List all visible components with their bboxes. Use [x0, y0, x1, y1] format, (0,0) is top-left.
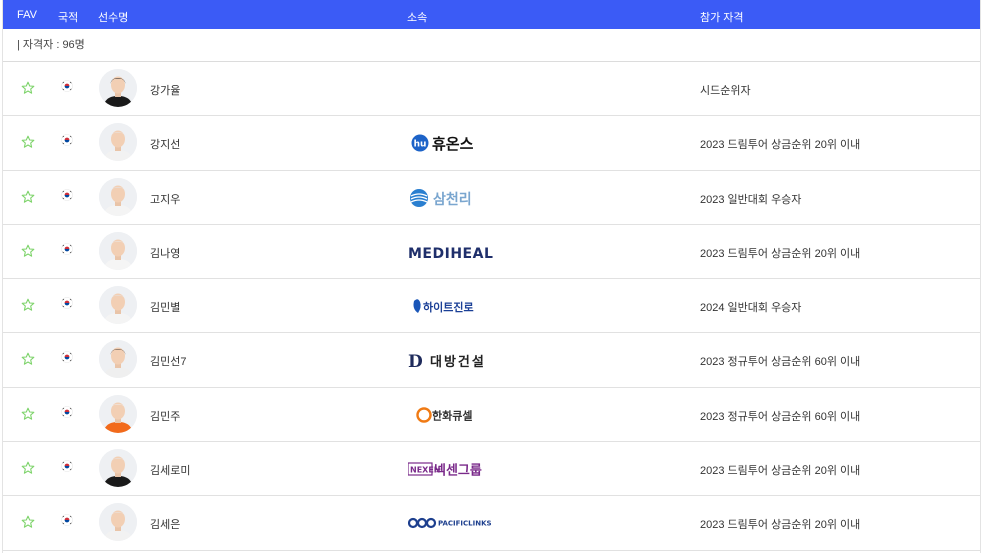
svg-text:하이트진로: 하이트진로	[423, 300, 474, 314]
table-row: 김나영 MEDIHEAL 2023 드림투어 상금순위 20위 이내	[3, 225, 980, 280]
favorite-star-icon[interactable]	[21, 244, 35, 258]
favorite-star-icon[interactable]	[21, 461, 35, 475]
qualification-text: 2023 드림투어 상금순위 20위 이내	[700, 139, 861, 152]
player-name[interactable]: 김민주	[150, 408, 180, 424]
qualification-text: 2023 정규투어 상금순위 60위 이내	[700, 356, 861, 369]
affiliation-logo: PACIFICLINKS	[407, 508, 508, 538]
player-avatar	[99, 123, 137, 162]
korea-flag-icon	[61, 351, 73, 364]
player-name[interactable]: 김세은	[150, 516, 180, 532]
svg-text:hu: hu	[414, 140, 427, 150]
affiliation-logo: MEDIHEAL	[408, 237, 508, 267]
affiliation-logo: 하이트진로	[408, 291, 508, 321]
svg-text:넥센그룹: 넥센그룹	[434, 463, 482, 479]
header-nationality: 국적	[58, 12, 79, 24]
player-avatar	[99, 286, 137, 325]
player-avatar	[99, 231, 137, 270]
logo-text: 휴온스	[432, 135, 474, 153]
qualification-text: 2023 드림투어 상금순위 20위 이내	[700, 519, 861, 532]
korea-flag-icon	[61, 188, 73, 201]
qualification-text: 2024 일반대회 우승자	[700, 302, 802, 315]
player-name[interactable]: 김민별	[150, 299, 180, 315]
table-header: FAV 국적 선수명 소속 참가 자격	[3, 0, 980, 29]
korea-flag-icon	[61, 134, 73, 147]
header-qualification: 참가 자격	[700, 12, 744, 24]
svg-text:MEDIHEAL: MEDIHEAL	[408, 246, 493, 262]
player-name[interactable]: 김나영	[150, 245, 180, 261]
korea-flag-icon	[61, 405, 73, 418]
player-name[interactable]: 강가율	[150, 82, 180, 98]
affiliation-logo: NEXEN 넥센그룹	[407, 454, 508, 484]
favorite-star-icon[interactable]	[21, 515, 35, 529]
player-avatar	[99, 340, 137, 379]
table-row: 강가율 시드순위자	[3, 62, 980, 117]
favorite-star-icon[interactable]	[21, 298, 35, 312]
korea-flag-icon	[61, 242, 73, 255]
qualification-text: 2023 정규투어 상금순위 60위 이내	[700, 410, 861, 423]
affiliation-logo	[408, 74, 508, 104]
player-name[interactable]: 김민선7	[150, 353, 186, 369]
table-row: 김민선7 D 대방건설 2023 정규투어 상금순위 60위 이내	[3, 333, 980, 388]
svg-text:D: D	[408, 352, 423, 372]
player-avatar	[99, 177, 137, 216]
qualification-text: 2023 드림투어 상금순위 20위 이내	[700, 465, 861, 478]
header-affiliation: 소속	[407, 12, 428, 24]
korea-flag-icon	[61, 514, 73, 527]
qualification-text: 시드순위자	[700, 85, 751, 97]
player-avatar	[99, 394, 137, 433]
svg-text:대방건설: 대방건설	[430, 354, 486, 370]
favorite-star-icon[interactable]	[21, 352, 35, 366]
table-row: 김민주 한화큐셀 2023 정규투어 상금순위 60위 이내	[3, 388, 980, 443]
table-body: 강가율 시드순위자 강지선 hu 휴온스 2023 드림투어 상금순위 20위 이…	[3, 62, 980, 551]
korea-flag-icon	[61, 297, 73, 310]
qualified-count: | 자격자 : 96명	[3, 29, 980, 62]
qualification-text: 2023 일반대회 우승자	[700, 193, 802, 206]
svg-text:한화큐셀: 한화큐셀	[432, 408, 472, 422]
player-list: FAV 국적 선수명 소속 참가 자격 | 자격자 : 96명 강가율 시드순위…	[2, 0, 981, 553]
table-row: 김세로미 NEXEN 넥센그룹 2023 드림투어 상금순위 20위 이내	[3, 442, 980, 497]
player-name[interactable]: 고지우	[150, 191, 180, 207]
player-name[interactable]: 강지선	[150, 136, 180, 152]
player-avatar	[99, 69, 137, 107]
korea-flag-icon	[61, 80, 73, 92]
korea-flag-icon	[61, 460, 73, 473]
player-name[interactable]: 김세로미	[150, 462, 190, 478]
qualification-text: 2023 드림투어 상금순위 20위 이내	[700, 247, 861, 260]
table-row: 김민별 하이트진로 2024 일반대회 우승자	[3, 279, 980, 334]
affiliation-logo: hu 휴온스	[408, 128, 508, 158]
svg-text:PACIFICLINKS: PACIFICLINKS	[438, 520, 492, 528]
favorite-star-icon[interactable]	[21, 190, 35, 204]
header-fav: FAV	[17, 9, 37, 21]
player-avatar	[99, 449, 137, 488]
favorite-star-icon[interactable]	[21, 407, 35, 421]
affiliation-logo: 삼천리	[408, 183, 508, 213]
affiliation-logo: D 대방건설	[408, 345, 508, 375]
table-row: 강지선 hu 휴온스 2023 드림투어 상금순위 20위 이내	[3, 116, 980, 171]
table-row: 고지우 삼천리 2023 일반대회 우승자	[3, 171, 980, 225]
favorite-star-icon[interactable]	[21, 81, 35, 95]
favorite-star-icon[interactable]	[21, 135, 35, 149]
table-row: 김세은 PACIFICLINKS 2023 드림투어 상금순위 20위 이내	[3, 496, 980, 551]
player-avatar	[99, 503, 137, 542]
header-player-name: 선수명	[98, 12, 129, 24]
affiliation-logo: 한화큐셀	[408, 400, 508, 430]
svg-text:삼천리: 삼천리	[433, 192, 472, 208]
